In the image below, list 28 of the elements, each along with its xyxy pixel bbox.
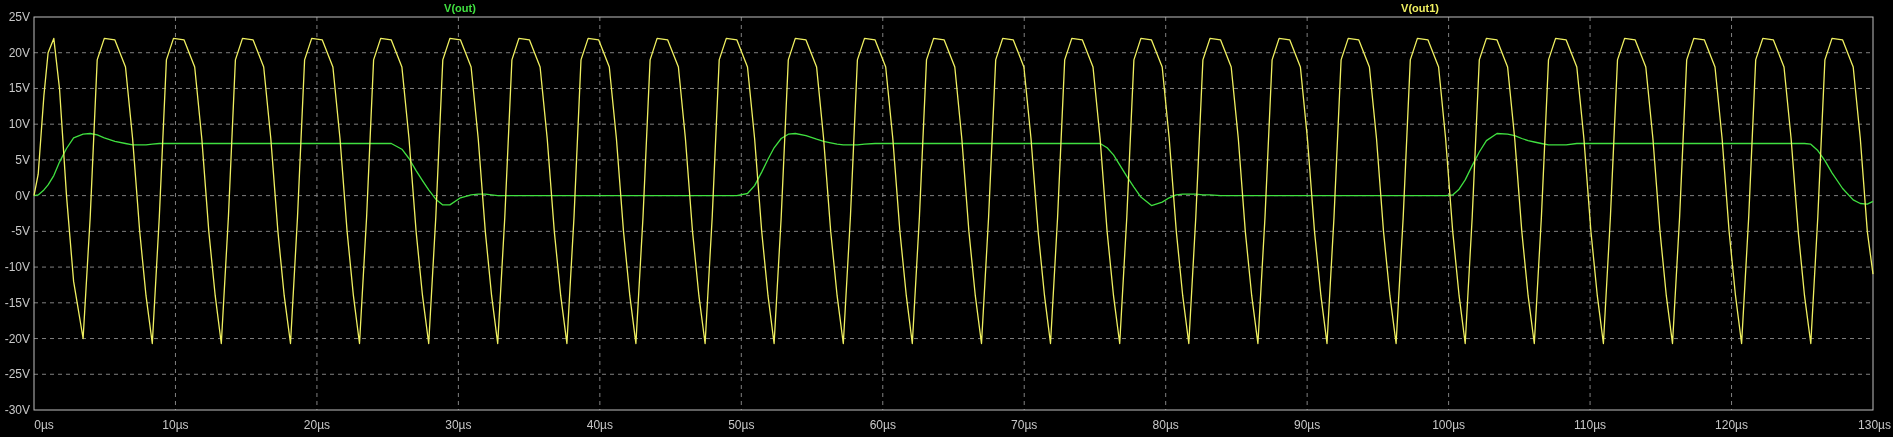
axis-tick-label: -10V (4, 260, 30, 275)
axis-tick-label: 130µs (1858, 418, 1891, 432)
axis-tick-label: 10µs (162, 418, 189, 432)
axis-tick-label: 30µs (445, 418, 472, 432)
axis-tick-label: 120µs (1715, 418, 1748, 432)
axis-tick-label: 50µs (728, 418, 755, 432)
axis-tick-label: -30V (4, 403, 30, 417)
axis-tick-label: 10V (8, 117, 30, 132)
axis-tick-label: -25V (4, 367, 30, 382)
axis-tick-label: 70µs (1011, 418, 1038, 432)
axis-tick-label: 110µs (1574, 418, 1607, 432)
axis-tick-label: 40µs (586, 418, 613, 432)
axis-tick-label: -15V (4, 295, 30, 310)
axis-tick-label: -20V (4, 331, 30, 346)
axis-tick-label: 80µs (1152, 418, 1179, 432)
axis-tick-label: -5V (11, 224, 30, 239)
axis-tick-label: 0µs (34, 418, 54, 432)
axis-tick-label: 60µs (869, 418, 896, 432)
axis-tick-label: 25V (8, 10, 30, 24)
axis-tick-label: 0V (15, 188, 30, 203)
axis-tick-label: 20V (8, 45, 30, 60)
axis-tick-label: 5V (15, 152, 30, 167)
axis-tick-label: 15V (8, 81, 30, 96)
axis-tick-label: 20µs (303, 418, 331, 432)
axis-tick-label: 100µs (1432, 418, 1466, 432)
axis-tick-label: 90µs (1294, 418, 1321, 432)
trace-legend-label[interactable]: V(out1) (1401, 2, 1439, 14)
trace-legend-label[interactable]: V(out) (444, 2, 476, 14)
